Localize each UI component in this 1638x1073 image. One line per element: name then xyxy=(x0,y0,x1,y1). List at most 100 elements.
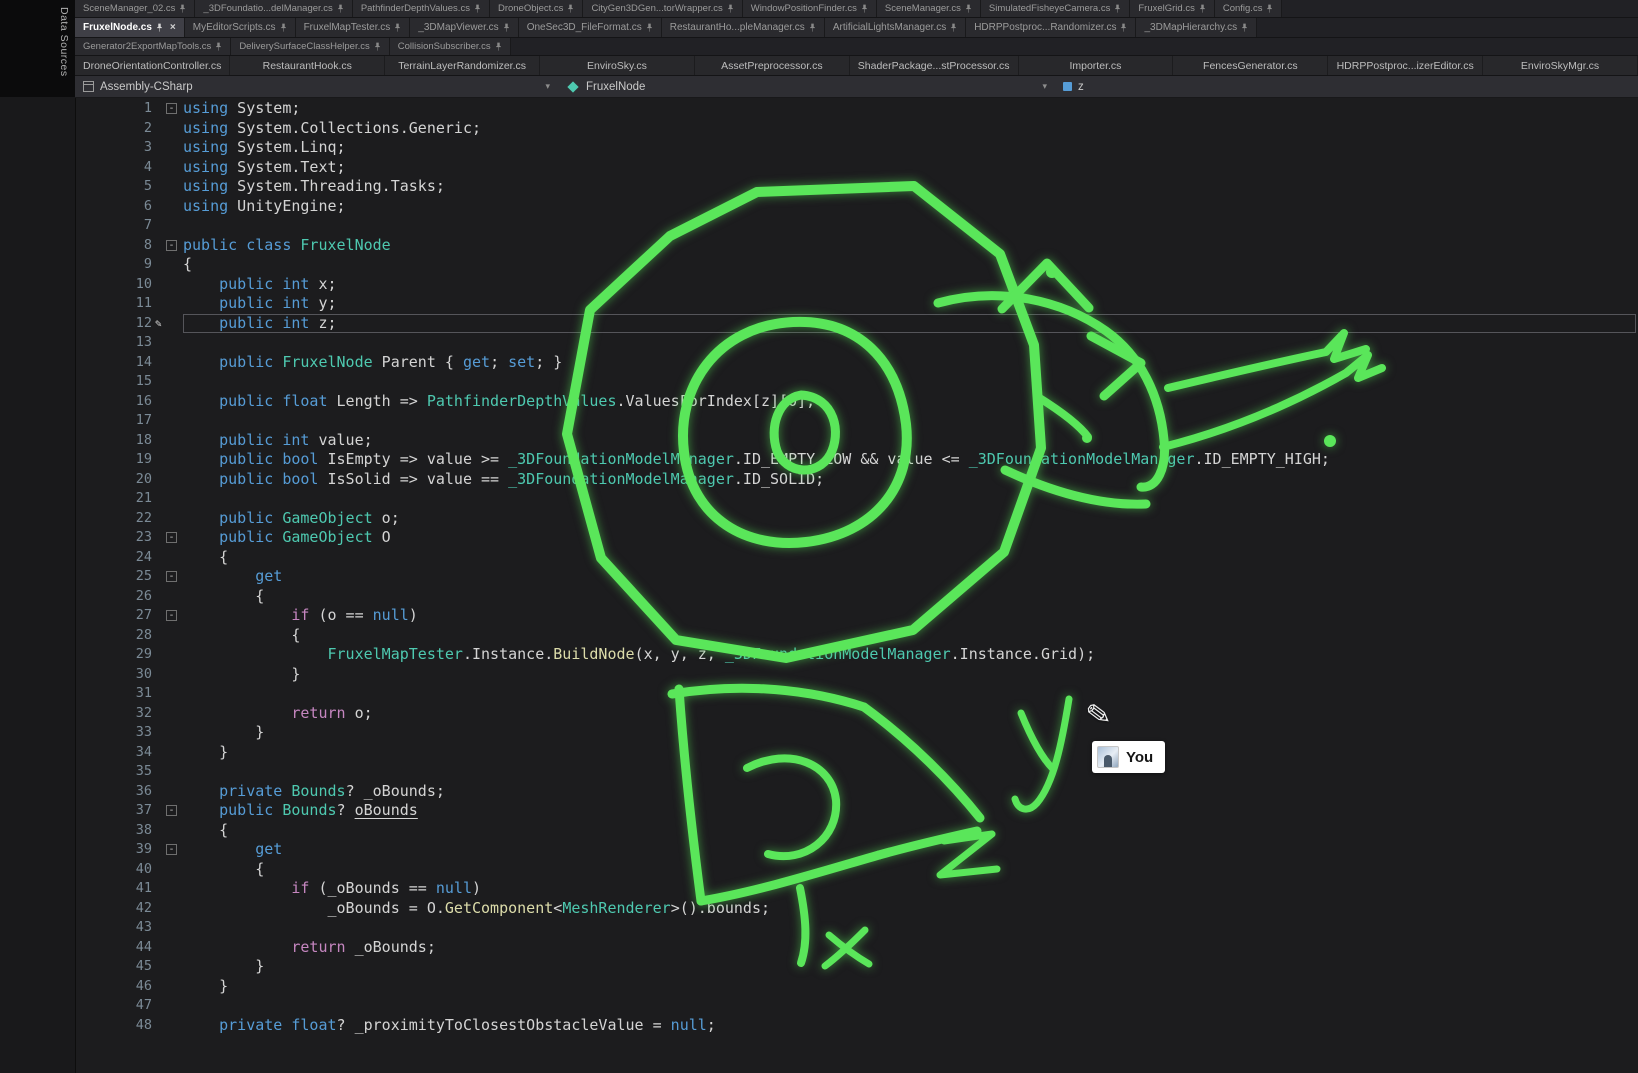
pin-icon[interactable] xyxy=(950,23,957,33)
tab-importer-cs[interactable]: Importer.cs xyxy=(1019,56,1174,75)
code-line[interactable]: 21 xyxy=(75,489,1638,509)
code-line[interactable]: 25- get xyxy=(75,567,1638,587)
tab-config-cs[interactable]: Config.cs xyxy=(1215,0,1283,17)
type-dropdown[interactable]: FruxelNode ▾ xyxy=(558,76,1055,97)
code-line[interactable]: 26 { xyxy=(75,587,1638,607)
pin-icon[interactable] xyxy=(646,23,653,33)
tab-scenemanager-cs[interactable]: SceneManager.cs xyxy=(877,0,981,17)
pin-icon[interactable] xyxy=(1199,4,1206,14)
code-line[interactable]: 16 public float Length => PathfinderDept… xyxy=(75,392,1638,412)
pin-icon[interactable] xyxy=(1241,23,1248,33)
code-line[interactable]: 13 xyxy=(75,333,1638,353)
code-line[interactable]: 15 xyxy=(75,372,1638,392)
code-line[interactable]: 30 } xyxy=(75,665,1638,685)
code-line[interactable]: 3using System.Linq; xyxy=(75,138,1638,158)
code-line[interactable]: 4using System.Text; xyxy=(75,158,1638,178)
code-line[interactable]: 28 { xyxy=(75,626,1638,646)
pin-icon[interactable] xyxy=(474,4,481,14)
pin-icon[interactable] xyxy=(965,4,972,14)
code-editor[interactable]: 1-using System;2using System.Collections… xyxy=(75,97,1638,1073)
fold-marker[interactable]: - xyxy=(166,103,177,114)
code-line[interactable]: 46 } xyxy=(75,977,1638,997)
pin-icon[interactable] xyxy=(337,4,344,14)
fold-marker[interactable]: - xyxy=(166,240,177,251)
tab-simulatedfisheyecamera-cs[interactable]: SimulatedFisheyeCamera.cs xyxy=(981,0,1130,17)
tab-deliverysurfaceclasshelper-cs[interactable]: DeliverySurfaceClassHelper.cs xyxy=(231,38,389,55)
tab-artificiallightsmanager-cs[interactable]: ArtificialLightsManager.cs xyxy=(825,18,966,37)
tab-droneobject-cs[interactable]: DroneObject.cs xyxy=(490,0,583,17)
tab-fruxelgrid-cs[interactable]: FruxelGrid.cs xyxy=(1130,0,1214,17)
pin-icon[interactable] xyxy=(215,42,222,52)
code-line[interactable]: 35 xyxy=(75,762,1638,782)
code-line[interactable]: 32 return o; xyxy=(75,704,1638,724)
pin-icon[interactable] xyxy=(280,23,287,33)
fold-marker[interactable]: - xyxy=(166,532,177,543)
tab-restaurantho-plemanager-cs[interactable]: RestaurantHo...pleManager.cs xyxy=(662,18,825,37)
code-line[interactable]: 14 public FruxelNode Parent { get; set; … xyxy=(75,353,1638,373)
code-line[interactable]: 41 if (_oBounds == null) xyxy=(75,879,1638,899)
tab--3dmapviewer-cs[interactable]: _3DMapViewer.cs xyxy=(410,18,518,37)
code-line[interactable]: 27- if (o == null) xyxy=(75,606,1638,626)
tab-terrainlayerrandomizer-cs[interactable]: TerrainLayerRandomizer.cs xyxy=(385,56,540,75)
tab-citygen3dgen-torwrapper-cs[interactable]: CityGen3DGen...torWrapper.cs xyxy=(583,0,742,17)
code-line[interactable]: 34 } xyxy=(75,743,1638,763)
code-line[interactable]: 2using System.Collections.Generic; xyxy=(75,119,1638,139)
code-line[interactable]: 36 private Bounds? _oBounds; xyxy=(75,782,1638,802)
tab-fencesgenerator-cs[interactable]: FencesGenerator.cs xyxy=(1173,56,1328,75)
tab-fruxelmaptester-cs[interactable]: FruxelMapTester.cs xyxy=(296,18,411,37)
code-line[interactable]: 7 xyxy=(75,216,1638,236)
tab--3dfoundatio-delmanager-cs[interactable]: _3DFoundatio...delManager.cs xyxy=(195,0,352,17)
tab-fruxelnode-cs[interactable]: FruxelNode.cs× xyxy=(75,18,185,37)
code-line[interactable]: 8-public class FruxelNode xyxy=(75,236,1638,256)
pin-icon[interactable] xyxy=(1114,4,1121,14)
code-line[interactable]: 22 public GameObject o; xyxy=(75,509,1638,529)
code-line[interactable]: 11 public int y; xyxy=(75,294,1638,314)
pin-icon[interactable] xyxy=(179,4,186,14)
code-line[interactable]: 12 public int z;✎ xyxy=(75,314,1638,334)
tab-hdrppostproc-randomizer-cs[interactable]: HDRPPostproc...Randomizer.cs xyxy=(966,18,1136,37)
tab-myeditorscripts-cs[interactable]: MyEditorScripts.cs xyxy=(185,18,296,37)
tab-collisionsubscriber-cs[interactable]: CollisionSubscriber.cs xyxy=(390,38,511,55)
tab-envirosky-cs[interactable]: EnviroSky.cs xyxy=(540,56,695,75)
pin-icon[interactable] xyxy=(495,42,502,52)
code-line[interactable]: 10 public int x; xyxy=(75,275,1638,295)
pin-icon[interactable] xyxy=(1266,4,1273,14)
tab-enviroskymgr-cs[interactable]: EnviroSkyMgr.cs xyxy=(1483,56,1638,75)
pin-icon[interactable] xyxy=(394,23,401,33)
tab-generator2exportmaptools-cs[interactable]: Generator2ExportMapTools.cs xyxy=(75,38,231,55)
code-line[interactable]: 5using System.Threading.Tasks; xyxy=(75,177,1638,197)
code-line[interactable]: 38 { xyxy=(75,821,1638,841)
pin-icon[interactable] xyxy=(727,4,734,14)
code-line[interactable]: 39- get xyxy=(75,840,1638,860)
tab--3dmaphierarchy-cs[interactable]: _3DMapHierarchy.cs xyxy=(1136,18,1257,37)
code-line[interactable]: 45 } xyxy=(75,957,1638,977)
code-line[interactable]: 29 FruxelMapTester.Instance.BuildNode(x,… xyxy=(75,645,1638,665)
tab-hdrppostproc-izereditor-cs[interactable]: HDRPPostproc...izerEditor.cs xyxy=(1328,56,1483,75)
project-dropdown[interactable]: Assembly-CSharp ▾ xyxy=(75,76,558,97)
pin-icon[interactable] xyxy=(809,23,816,33)
pin-icon[interactable] xyxy=(1120,23,1127,33)
code-line[interactable]: 18 public int value; xyxy=(75,431,1638,451)
code-line[interactable]: 33 } xyxy=(75,723,1638,743)
tab-pathfinderdepthvalues-cs[interactable]: PathfinderDepthValues.cs xyxy=(353,0,490,17)
fold-marker[interactable]: - xyxy=(166,571,177,582)
code-line[interactable]: 19 public bool IsEmpty => value >= _3DFo… xyxy=(75,450,1638,470)
data-sources-tab[interactable]: Data Sources xyxy=(56,4,72,80)
pin-icon[interactable] xyxy=(567,4,574,14)
code-line[interactable]: 6using UnityEngine; xyxy=(75,197,1638,217)
tab-shaderpackage-stprocessor-cs[interactable]: ShaderPackage...stProcessor.cs xyxy=(850,56,1019,75)
fold-marker[interactable]: - xyxy=(166,610,177,621)
tab-onesec3d-fileformat-cs[interactable]: OneSec3D_FileFormat.cs xyxy=(519,18,662,37)
code-line[interactable]: 43 xyxy=(75,918,1638,938)
code-line[interactable]: 44 return _oBounds; xyxy=(75,938,1638,958)
code-line[interactable]: 17 xyxy=(75,411,1638,431)
tab-windowpositionfinder-cs[interactable]: WindowPositionFinder.cs xyxy=(743,0,877,17)
fold-marker[interactable]: - xyxy=(166,844,177,855)
code-line[interactable]: 24 { xyxy=(75,548,1638,568)
tab-droneorientationcontroller-cs[interactable]: DroneOrientationController.cs xyxy=(75,56,230,75)
pin-icon[interactable] xyxy=(503,23,510,33)
code-line[interactable]: 31 xyxy=(75,684,1638,704)
member-dropdown[interactable]: z xyxy=(1055,76,1092,97)
code-line[interactable]: 9{ xyxy=(75,255,1638,275)
tab-restauranthook-cs[interactable]: RestaurantHook.cs xyxy=(230,56,385,75)
